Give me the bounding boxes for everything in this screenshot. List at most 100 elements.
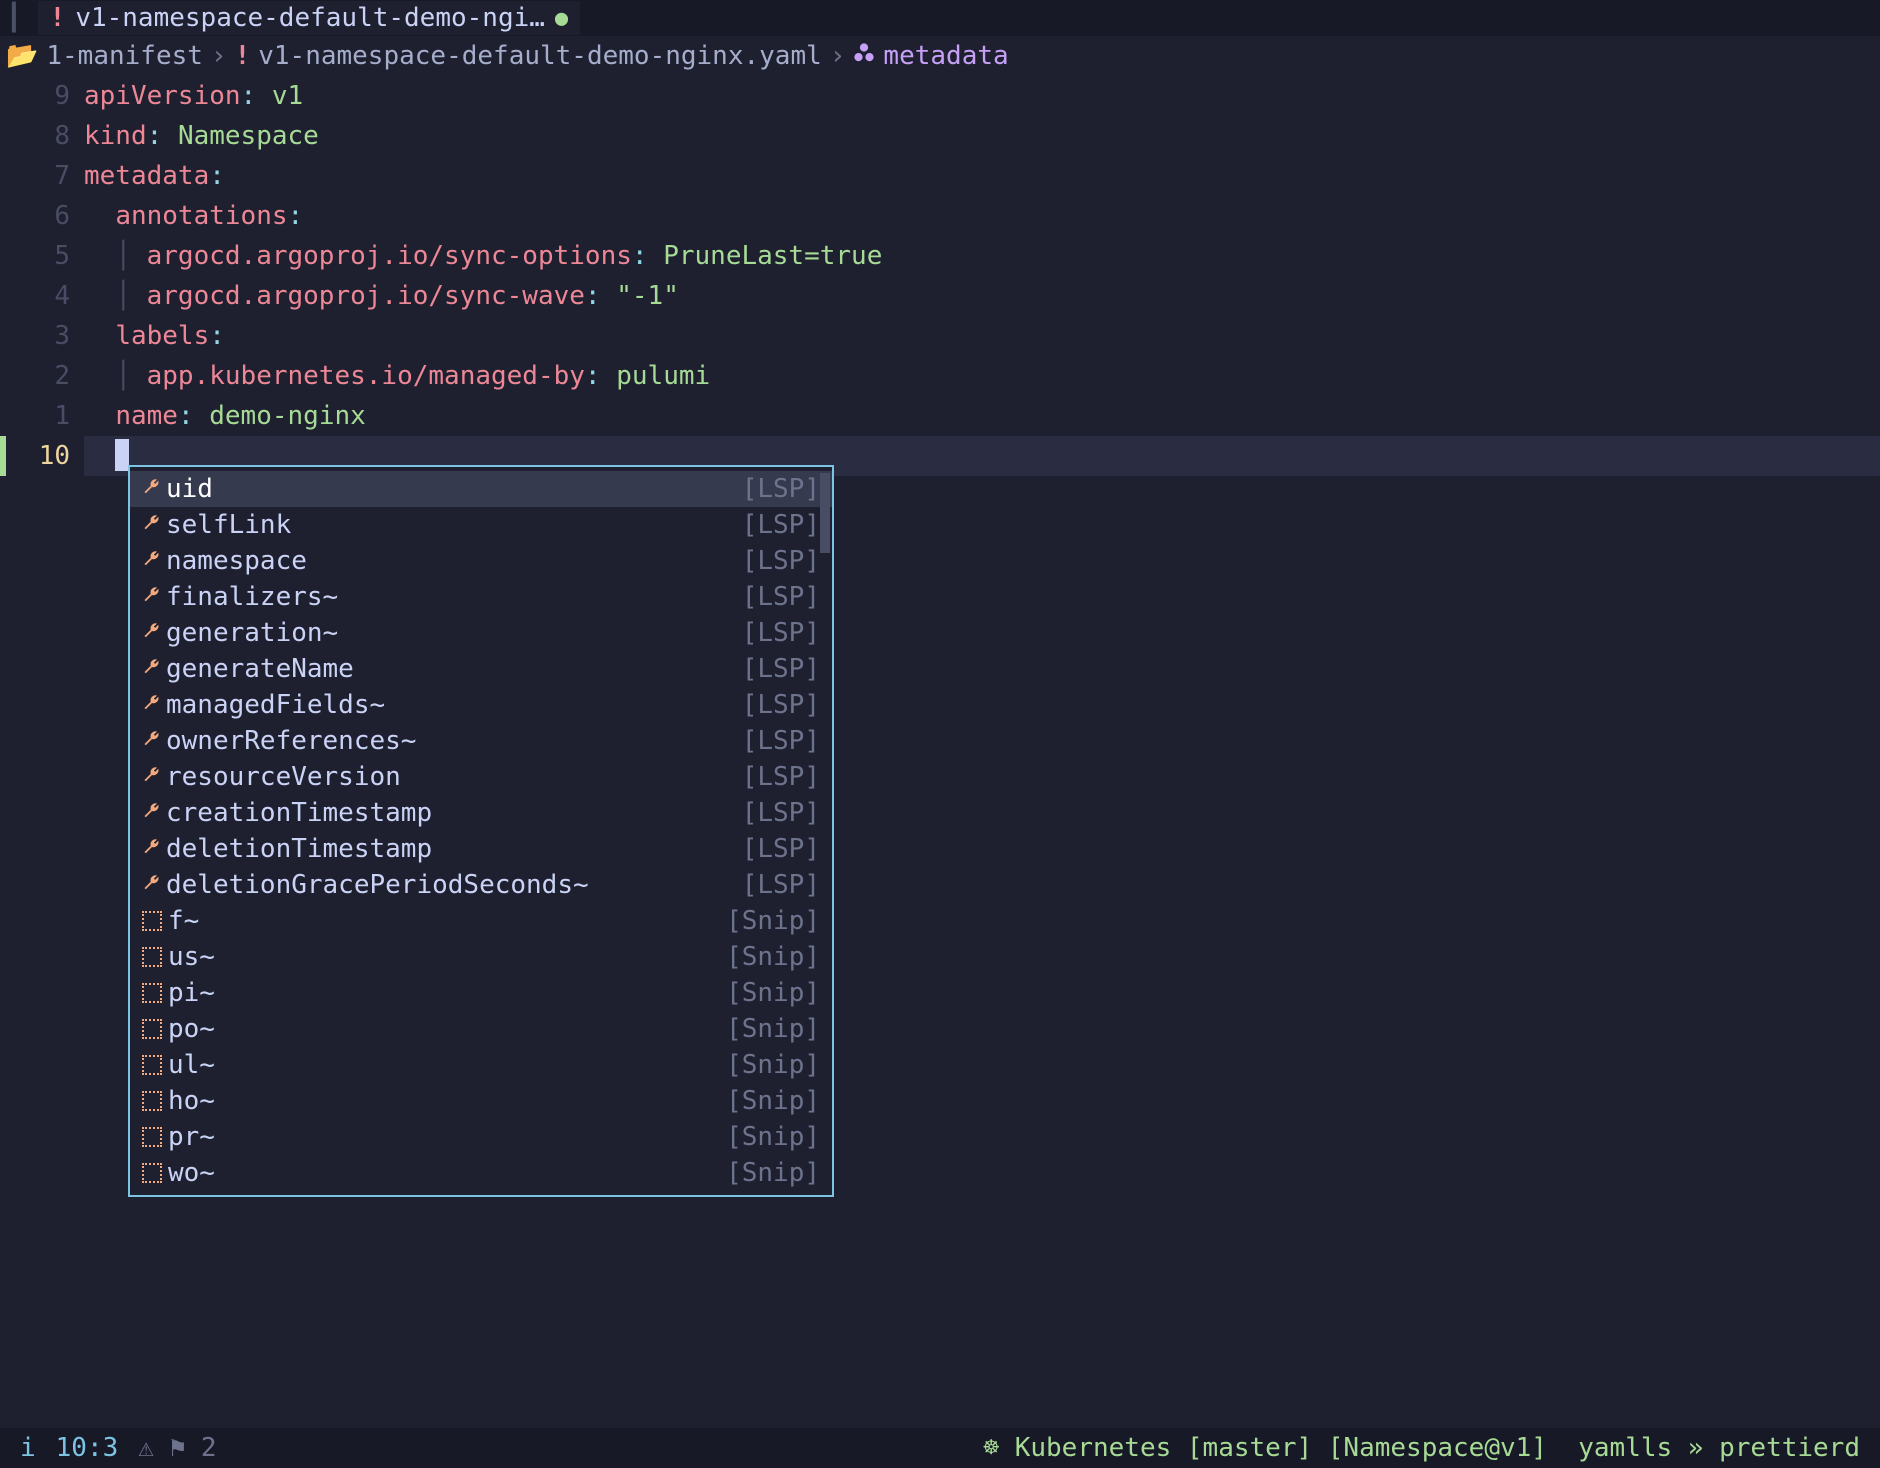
editor[interactable]: 9 8 7 6 5 4 3 2 1 10 apiVersion: v1 kind… (0, 76, 1880, 476)
completion-item[interactable]: po~ [Snip] (130, 1011, 832, 1047)
completion-item[interactable]: finalizers~[LSP] (130, 579, 832, 615)
k8s-context: ☸ Kubernetes [master] [Namespace@v1] yam… (983, 1433, 1860, 1463)
editor-tab[interactable]: ! v1-namespace-default-demo-ngi… ● (38, 1, 581, 35)
line-number: 5 (0, 236, 70, 276)
completion-label: creationTimestamp (166, 798, 432, 828)
completion-label: resourceVersion (166, 762, 401, 792)
code-line[interactable]: apiVersion: v1 (84, 76, 1880, 116)
code-line[interactable]: metadata: (84, 156, 1880, 196)
snippet-icon (142, 1163, 162, 1183)
vim-mode: i (20, 1433, 36, 1463)
wrench-icon (142, 870, 162, 900)
snippet-icon (142, 1019, 162, 1039)
tab-filename: v1-namespace-default-demo-ngi… (75, 3, 545, 33)
breadcrumb-file[interactable]: v1-namespace-default-demo-nginx.yaml (258, 41, 822, 71)
completion-item[interactable]: ho~[Snip] (130, 1083, 832, 1119)
completion-item[interactable]: resourceVersion [LSP] (130, 759, 832, 795)
yaml-file-icon: ! (50, 3, 66, 33)
completion-item[interactable]: managedFields~[LSP] (130, 687, 832, 723)
completion-label: deletionGracePeriodSeconds~ (166, 870, 589, 900)
completion-label: us~ (168, 942, 215, 972)
completion-source: [LSP] (742, 834, 820, 864)
completion-source: [Snip] (726, 978, 820, 1008)
completion-item[interactable]: deletionTimestamp [LSP] (130, 831, 832, 867)
line-number: 1 (0, 396, 70, 436)
line-number: 6 (0, 196, 70, 236)
completion-label: deletionTimestamp (166, 834, 432, 864)
completion-label: wo~ (168, 1158, 215, 1188)
code-line[interactable]: │ argocd.argoproj.io/sync-wave: "-1" (84, 276, 1880, 316)
code-line[interactable]: annotations: (84, 196, 1880, 236)
wrench-icon (142, 546, 162, 576)
breadcrumb-symbol[interactable]: metadata (883, 41, 1008, 71)
completion-source: [LSP] (742, 654, 820, 684)
completion-item[interactable]: ownerReferences~ [LSP] (130, 723, 832, 759)
line-number-gutter: 9 8 7 6 5 4 3 2 1 10 (0, 76, 84, 476)
completion-label: f~ (168, 906, 199, 936)
breadcrumb-dir[interactable]: 1-manifest (46, 41, 203, 71)
completion-item[interactable]: generateName [LSP] (130, 651, 832, 687)
code-line[interactable]: │ argocd.argoproj.io/sync-options: Prune… (84, 236, 1880, 276)
completion-label: namespace (166, 546, 307, 576)
completion-source: [LSP] (742, 726, 820, 756)
wrench-icon (142, 690, 162, 720)
snippet-icon (142, 983, 162, 1003)
popup-scrollbar[interactable] (820, 473, 830, 553)
completion-label: pr~ (168, 1122, 215, 1152)
completion-label: uid (166, 474, 213, 504)
tab-separator: ▎ (12, 3, 28, 33)
completion-item[interactable]: wo~[Snip] (130, 1155, 832, 1191)
current-line-number: 10 (0, 436, 70, 476)
wrench-icon (142, 726, 162, 756)
completion-source: [Snip] (726, 942, 820, 972)
snippet-icon (142, 1091, 162, 1111)
code-line[interactable]: kind: Namespace (84, 116, 1880, 156)
code-line[interactable]: │ app.kubernetes.io/managed-by: pulumi (84, 356, 1880, 396)
wrench-icon (142, 834, 162, 864)
completion-label: ownerReferences~ (166, 726, 416, 756)
completion-item[interactable]: selfLink[LSP] (130, 507, 832, 543)
completion-item[interactable]: ul~[Snip] (130, 1047, 832, 1083)
completion-item[interactable]: f~ [Snip] (130, 903, 832, 939)
line-number: 7 (0, 156, 70, 196)
completion-item[interactable]: generation~[LSP] (130, 615, 832, 651)
completion-label: po~ (168, 1014, 215, 1044)
snippet-icon (142, 1055, 162, 1075)
wrench-icon (142, 618, 162, 648)
breadcrumb: 📂 1-manifest › ! v1-namespace-default-de… (0, 36, 1880, 76)
wrench-icon (142, 510, 162, 540)
completion-label: selfLink (166, 510, 291, 540)
completion-label: generation~ (166, 618, 338, 648)
modified-indicator-icon: ● (555, 6, 568, 31)
completion-item[interactable]: namespace[LSP] (130, 543, 832, 579)
wrench-icon (142, 474, 162, 504)
code-line[interactable]: labels: (84, 316, 1880, 356)
completion-source: [Snip] (726, 1050, 820, 1080)
completion-label: finalizers~ (166, 582, 338, 612)
completion-item[interactable]: uid [LSP] (130, 471, 832, 507)
completion-item[interactable]: deletionGracePeriodSeconds~[LSP] (130, 867, 832, 903)
completion-source: [LSP] (742, 762, 820, 792)
folder-icon: 📂 (6, 41, 38, 71)
completion-source: [Snip] (726, 906, 820, 936)
completion-source: [LSP] (742, 798, 820, 828)
completion-source: [LSP] (742, 474, 820, 504)
completion-source: [Snip] (726, 1014, 820, 1044)
code-area[interactable]: apiVersion: v1 kind: Namespace metadata:… (84, 76, 1880, 476)
line-number: 9 (0, 76, 70, 116)
wrench-icon (142, 798, 162, 828)
diagnostics: ⚠ ⚑ 2 (138, 1433, 216, 1463)
completion-item[interactable]: pi~[Snip] (130, 975, 832, 1011)
line-number: 2 (0, 356, 70, 396)
completion-item[interactable]: creationTimestamp [LSP] (130, 795, 832, 831)
tab-bar: ▎ ! v1-namespace-default-demo-ngi… ● (0, 0, 1880, 36)
code-line[interactable]: name: demo-nginx (84, 396, 1880, 436)
symbol-icon (853, 41, 875, 71)
git-add-sign (0, 436, 6, 476)
completion-item[interactable]: us~ [Snip] (130, 939, 832, 975)
completion-item[interactable]: pr~ [Snip] (130, 1119, 832, 1155)
snippet-icon (142, 1127, 162, 1147)
completion-source: [Snip] (726, 1122, 820, 1152)
completion-popup[interactable]: uid[LSP]selfLink[LSP]namespace[LSP]final… (128, 465, 834, 1197)
completion-label: generateName (166, 654, 354, 684)
